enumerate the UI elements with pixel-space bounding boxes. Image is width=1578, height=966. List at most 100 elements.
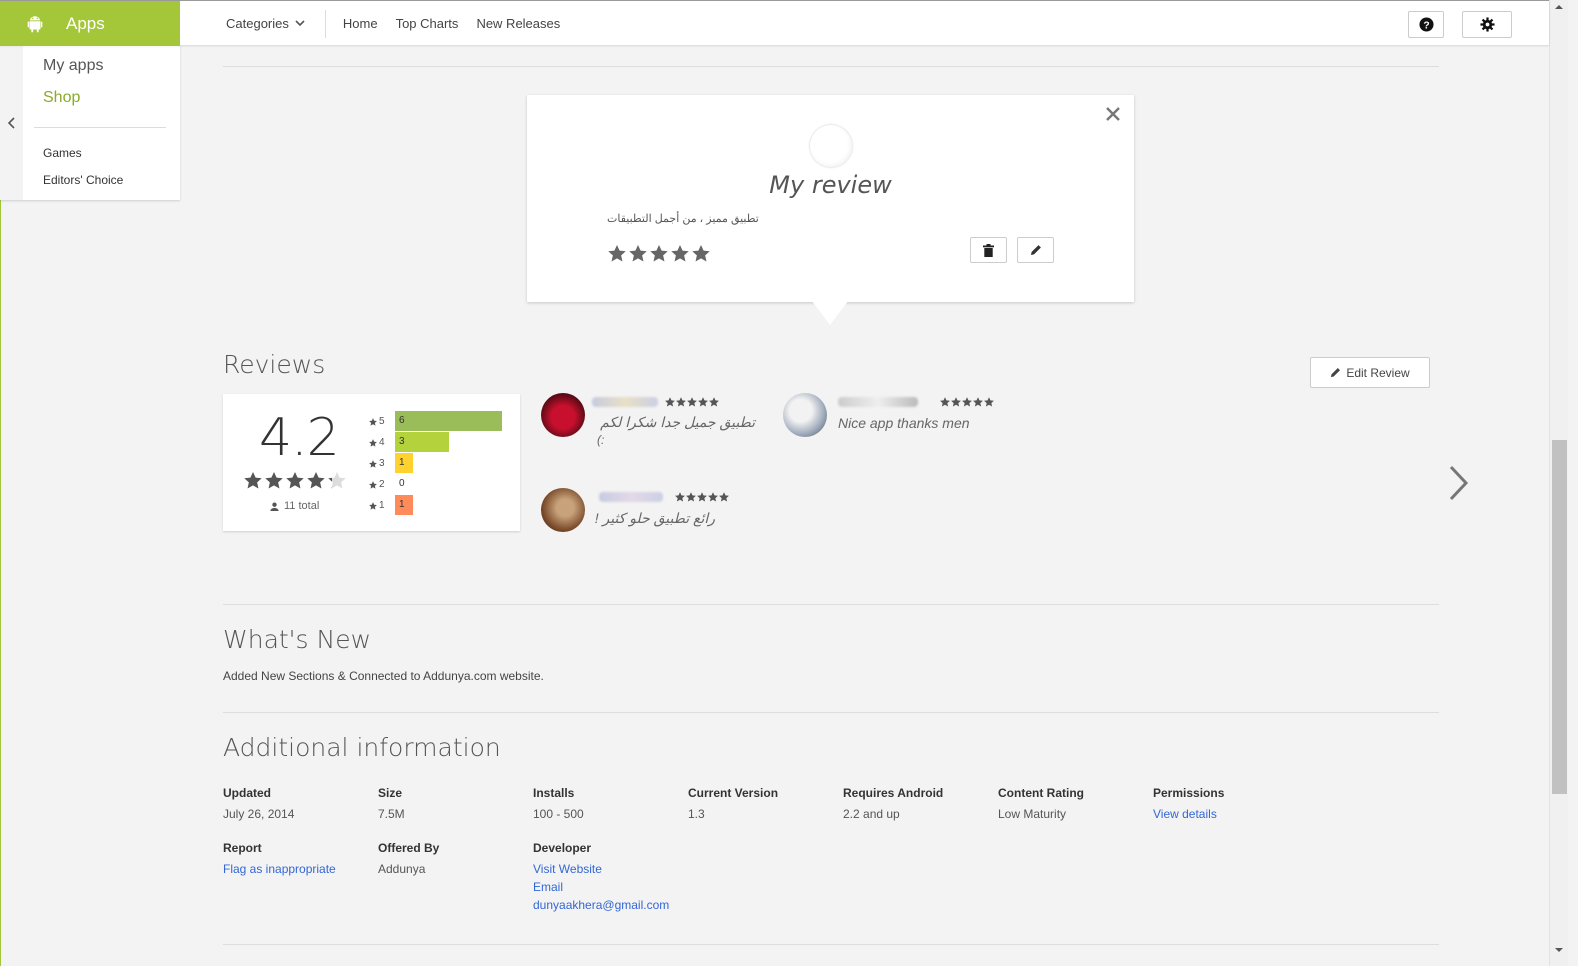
- info-value: July 26, 2014: [223, 807, 295, 821]
- info-label: Offered By: [378, 841, 440, 855]
- star-partial-icon: [328, 472, 346, 489]
- info-current-version: Current Version 1.3: [688, 786, 778, 823]
- histogram-star-label: 2: [369, 479, 391, 490]
- chevron-right-icon[interactable]: [1446, 463, 1472, 503]
- apps-brand[interactable]: Apps: [0, 1, 180, 46]
- reviewer-avatar: [541, 393, 585, 437]
- review-item: Nice app thanks men: [783, 393, 1013, 443]
- star-icon: [675, 492, 685, 502]
- popup-pointer: [812, 301, 848, 325]
- sidebar-item-games[interactable]: Games: [43, 146, 82, 160]
- histogram-bar: [395, 411, 502, 431]
- info-label: Developer: [533, 841, 592, 855]
- review-text-line2: (:: [597, 433, 605, 447]
- star-icon: [973, 397, 983, 407]
- star-icon: [629, 245, 647, 262]
- help-button[interactable]: ?: [1408, 11, 1444, 38]
- star-icon: [984, 397, 994, 407]
- view-details-link[interactable]: View details: [1153, 805, 1224, 823]
- star-icon: [709, 397, 719, 407]
- review-item: رائع تطبيق حلو كثير !: [541, 488, 741, 538]
- nav-top-charts[interactable]: Top Charts: [396, 16, 459, 31]
- chevron-down-icon: [295, 20, 305, 27]
- info-value: 7.5M: [378, 807, 405, 821]
- info-label: Permissions: [1153, 786, 1225, 800]
- nav-home[interactable]: Home: [343, 16, 378, 31]
- android-icon: [27, 15, 43, 32]
- my-review-text: تطبيق مميز ، من أجمل التطبيقات: [607, 213, 759, 225]
- star-icon: [244, 472, 262, 489]
- edit-review-icon-button[interactable]: [1017, 237, 1054, 263]
- histogram-count: 1: [399, 457, 405, 468]
- collapse-sidebar-button[interactable]: [0, 45, 23, 200]
- rating-summary-card: 4.2 11 total 5643312011: [223, 394, 520, 531]
- star-icon: [307, 472, 325, 489]
- top-nav: Categories Home Top Charts New Releases: [226, 1, 560, 46]
- scroll-down-arrow-icon[interactable]: [1554, 946, 1564, 954]
- histogram-star-label: 3: [369, 458, 391, 469]
- left-edge-line: [0, 200, 1, 966]
- my-review-card: My review تطبيق مميز ، من أجمل التطبيقات: [527, 95, 1134, 302]
- info-value: 100 - 500: [533, 807, 584, 821]
- histogram-row: 11: [369, 495, 413, 516]
- star-icon: [665, 397, 675, 407]
- review-text: تطبيق جميل جدا شكرا لكم: [600, 414, 755, 430]
- gear-icon: [1479, 17, 1495, 32]
- info-label: Report: [223, 841, 262, 855]
- sidebar-divider: [34, 127, 166, 128]
- categories-label: Categories: [226, 16, 289, 31]
- flag-inappropriate-link[interactable]: Flag as inappropriate: [223, 860, 336, 878]
- histogram-star-label: 4: [369, 437, 391, 448]
- info-installs: Installs 100 - 500: [533, 786, 584, 823]
- total-ratings-label: 11 total: [284, 500, 320, 512]
- divider: [223, 712, 1439, 713]
- nav-new-releases[interactable]: New Releases: [476, 16, 560, 31]
- left-sidebar: My apps Shop Games Editors' Choice: [0, 45, 180, 200]
- star-icon: [698, 397, 708, 407]
- info-requires-android: Requires Android 2.2 and up: [843, 786, 943, 823]
- star-icon: [686, 492, 696, 502]
- star-icon: [708, 492, 718, 502]
- reviewer-name-blurred: [838, 397, 918, 407]
- delete-review-button[interactable]: [970, 237, 1007, 263]
- scroll-up-arrow-icon[interactable]: [1554, 3, 1564, 11]
- info-value: Addunya: [378, 862, 426, 876]
- histogram-star-number: 3: [379, 458, 385, 469]
- close-icon[interactable]: [1106, 107, 1120, 121]
- settings-button[interactable]: [1462, 11, 1512, 38]
- star-icon: [286, 472, 304, 489]
- categories-dropdown[interactable]: Categories: [226, 9, 326, 38]
- visit-website-link[interactable]: Visit Website: [533, 860, 669, 878]
- star-icon: [962, 397, 972, 407]
- info-content-rating: Content Rating Low Maturity: [998, 786, 1084, 823]
- average-score: 4.2: [259, 408, 340, 468]
- info-label: Updated: [223, 786, 271, 800]
- info-label: Installs: [533, 786, 575, 800]
- scroll-thumb[interactable]: [1552, 440, 1567, 794]
- sidebar-item-shop[interactable]: Shop: [43, 89, 80, 107]
- vertical-scrollbar[interactable]: [1549, 0, 1568, 966]
- person-icon: [270, 502, 279, 511]
- edit-review-button[interactable]: Edit Review: [1310, 357, 1430, 388]
- developer-email-link[interactable]: dunyaakhera@gmail.com: [533, 896, 669, 914]
- histogram-count: 3: [399, 436, 405, 447]
- star-icon: [369, 417, 377, 426]
- info-value: 2.2 and up: [843, 807, 900, 821]
- sidebar-item-my-apps[interactable]: My apps: [43, 57, 103, 75]
- review-stars: [675, 492, 729, 502]
- reviews-title: Reviews: [223, 350, 326, 379]
- my-avatar: [810, 125, 852, 167]
- help-icon: ?: [1418, 17, 1434, 32]
- divider: [223, 604, 1439, 605]
- histogram-star-label: 5: [369, 416, 391, 427]
- info-value: Low Maturity: [998, 807, 1067, 821]
- star-icon: [650, 245, 668, 262]
- email-link[interactable]: Email: [533, 878, 669, 896]
- star-icon: [697, 492, 707, 502]
- info-report: Report Flag as inappropriate: [223, 841, 336, 878]
- review-item: تطبيق جميل جدا شكرا لكم (:: [541, 393, 761, 453]
- star-icon: [940, 397, 950, 407]
- sidebar-item-editors-choice[interactable]: Editors' Choice: [43, 173, 123, 187]
- my-review-title: My review: [769, 171, 892, 199]
- histogram-count: 0: [399, 478, 405, 489]
